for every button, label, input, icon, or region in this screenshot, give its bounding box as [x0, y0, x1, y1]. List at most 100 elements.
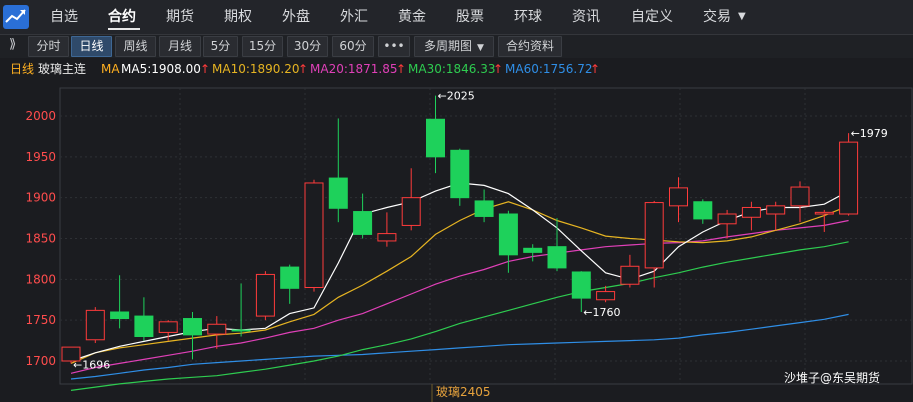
btn-multi-period-label: 多周期图 — [424, 39, 473, 53]
collapse-icon[interactable]: ⟫ — [9, 37, 16, 52]
price-annotation: ←1696 — [73, 358, 110, 371]
candle-body[interactable] — [669, 187, 688, 207]
candlestick-chart[interactable]: 1700 1750 1800 1850 1900 1950 2000 ←1696 ←2025 ←1… — [0, 80, 913, 402]
ma20-arrow-icon: ↑ — [396, 62, 407, 76]
btn-monthly-label: 月线 — [167, 39, 192, 53]
candle-body[interactable] — [353, 211, 373, 235]
btn-contract-info[interactable]: 合约资料 — [498, 36, 562, 57]
btn-multi-period[interactable]: 多周期图 ▼ — [414, 36, 494, 57]
instrument-name: 玻璃主连 — [38, 62, 87, 76]
top-nav: 自选 合约 期货 期权 外盘 外汇 黄金 股票 环球 资讯 自定义 交易 ▼ — [0, 0, 913, 35]
ma-label: MA — [101, 62, 120, 76]
candle-body[interactable] — [328, 177, 348, 209]
candle-body[interactable] — [474, 200, 494, 217]
candle-body[interactable] — [790, 186, 810, 207]
multi-period-caret-down-icon: ▼ — [477, 43, 484, 53]
candle-body[interactable] — [304, 182, 324, 288]
ma30-value: MA30:1846.33 — [408, 62, 496, 76]
candle-body[interactable] — [426, 118, 445, 158]
nav-news[interactable]: 资讯 — [572, 0, 600, 34]
btn-5min[interactable]: 5分 — [203, 36, 238, 57]
candle-body[interactable] — [280, 266, 300, 289]
nav-forex[interactable]: 外汇 — [340, 0, 368, 34]
nav-global[interactable]: 环球 — [514, 0, 542, 34]
ma30-arrow-icon: ↑ — [493, 62, 504, 76]
btn-30min-label: 30分 — [293, 39, 322, 53]
candle-body[interactable] — [693, 201, 713, 220]
ma20-line — [70, 219, 849, 374]
nav-options[interactable]: 期权 — [224, 0, 252, 34]
period-toolbar: ⟫ 分时 日线 周线 月线 5分 15分 30分 60分 ••• 多周期图 ▼ 合约资料 — [0, 35, 913, 58]
price-annotation: ←1979 — [851, 127, 888, 140]
nav-foreign-markets[interactable]: 外盘 — [282, 0, 310, 34]
candle-body[interactable] — [401, 197, 421, 226]
candle-body[interactable] — [255, 273, 275, 317]
btn-weekly-label: 周线 — [123, 39, 148, 53]
nav-stocks[interactable]: 股票 — [456, 0, 484, 34]
candle-body[interactable] — [547, 246, 567, 269]
ma30-line — [70, 241, 849, 391]
plot-frame — [59, 87, 913, 385]
y-tick-label: 1750 — [25, 313, 56, 327]
candle-body[interactable] — [717, 213, 737, 225]
ma-legend-bar: 日线 玻璃主连 MA MA5:1908.00 ↑ MA10:1890.20 ↑ … — [0, 58, 913, 80]
candle-body[interactable] — [523, 247, 543, 253]
btn-15min[interactable]: 15分 — [242, 36, 283, 57]
nav-futures[interactable]: 期货 — [166, 0, 194, 34]
price-annotation: ←1760 — [583, 306, 620, 319]
btn-daily-label: 日线 — [79, 39, 104, 53]
candle-body[interactable] — [231, 329, 251, 332]
candle-body[interactable] — [498, 213, 518, 256]
candle-body[interactable] — [207, 323, 227, 335]
y-tick-label: 1850 — [25, 232, 56, 246]
ma5-value: MA5:1908.00 — [121, 62, 201, 76]
y-tick-label: 1700 — [25, 354, 56, 368]
ma20-value: MA20:1871.85 — [310, 62, 398, 76]
period-label: 日线 — [10, 62, 35, 76]
candle-body[interactable] — [110, 311, 130, 320]
btn-15min-label: 15分 — [248, 39, 277, 53]
btn-60min-label: 60分 — [339, 39, 367, 53]
nav-custom[interactable]: 自定义 — [631, 0, 673, 34]
candle-body[interactable] — [596, 291, 616, 301]
btn-intraday[interactable]: 分时 — [28, 36, 69, 57]
candle-body[interactable] — [85, 309, 105, 341]
watermark: 沙堆子@东吴期货 — [784, 370, 880, 385]
ma10-line — [70, 201, 849, 364]
btn-contract-info-label: 合约资料 — [505, 39, 554, 53]
btn-monthly[interactable]: 月线 — [159, 36, 201, 57]
candle-body[interactable] — [134, 315, 154, 337]
btn-weekly[interactable]: 周线 — [115, 36, 156, 57]
candle-body[interactable] — [644, 202, 664, 269]
candle-body[interactable] — [741, 206, 761, 218]
btn-5min-label: 5分 — [210, 39, 231, 53]
candle-body[interactable] — [814, 211, 834, 215]
candle-body[interactable] — [766, 205, 786, 215]
btn-intraday-label: 分时 — [36, 39, 61, 53]
candle-body[interactable] — [377, 233, 397, 242]
trade-caret-down-icon[interactable]: ▼ — [738, 0, 746, 34]
y-tick-label: 1900 — [25, 191, 56, 205]
candle-body[interactable] — [620, 265, 640, 285]
candle-body[interactable] — [450, 149, 470, 199]
nav-gold[interactable]: 黄金 — [398, 0, 426, 34]
contract-label: 玻璃2405 — [436, 385, 491, 399]
ma10-arrow-icon: ↑ — [298, 62, 309, 76]
candle-body[interactable] — [571, 271, 591, 299]
btn-more-label: ••• — [383, 39, 405, 53]
ma60-value: MA60:1756.72 — [505, 62, 593, 76]
y-tick-label: 1950 — [25, 150, 56, 164]
ma60-arrow-icon: ↑ — [590, 62, 601, 76]
price-annotation: ←2025 — [438, 90, 475, 103]
nav-trade[interactable]: 交易 — [703, 0, 731, 34]
btn-daily[interactable]: 日线 — [71, 36, 112, 57]
nav-favorites[interactable]: 自选 — [50, 0, 78, 34]
candle-body[interactable] — [158, 321, 178, 333]
candle-body[interactable] — [839, 141, 859, 215]
btn-30min[interactable]: 30分 — [287, 36, 328, 57]
y-tick-label: 1800 — [25, 272, 56, 286]
app-logo-icon[interactable] — [3, 5, 29, 29]
btn-60min[interactable]: 60分 — [332, 36, 374, 57]
candle-body[interactable] — [183, 318, 202, 336]
btn-more[interactable]: ••• — [378, 36, 410, 57]
